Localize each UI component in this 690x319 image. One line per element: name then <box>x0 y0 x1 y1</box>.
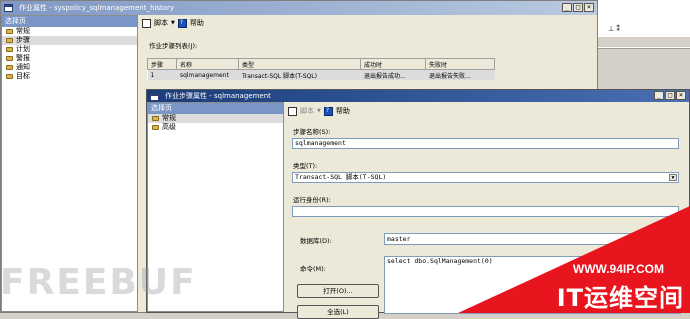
column-header[interactable]: 名称 <box>176 58 239 70</box>
step-toolbar: 脚本 ▼ 帮助 <box>285 103 688 119</box>
freebuf-watermark: FREEBUF <box>0 262 197 303</box>
nav-item-schedules[interactable]: 计划 <box>2 45 137 54</box>
chevron-down-icon[interactable]: ▼ <box>669 174 677 181</box>
maximize-button[interactable]: □ <box>665 91 675 100</box>
page-icon <box>6 38 13 43</box>
step-name-field[interactable]: sqlmanagement <box>292 138 679 149</box>
background-app-strip: ⊥ ⁑ <box>598 0 690 49</box>
script-button[interactable]: 脚本 <box>300 106 314 116</box>
script-icon <box>288 106 297 116</box>
job-toolbar: 脚本 ▼ 帮助 <box>139 15 600 31</box>
column-header[interactable]: 成功时 <box>360 58 426 70</box>
step-window-title: 作业步骤属性 - sqlmanagement <box>165 92 271 100</box>
table-cell: 1 <box>147 69 177 80</box>
banner-brand: IT运维空间 <box>556 284 684 312</box>
job-window-titlebar: 作业属性 - syspolicy_sqlmanagement_history _… <box>1 1 597 15</box>
nav-item-general[interactable]: 常规 <box>148 114 283 123</box>
page-icon <box>6 47 13 52</box>
page-icon <box>6 56 13 61</box>
nav-item-notifications[interactable]: 通知 <box>2 63 137 72</box>
close-button[interactable]: × <box>584 3 594 12</box>
column-header[interactable]: 步骤 <box>147 58 177 70</box>
tab-strip-glyph: ⊥ ⁑ <box>608 25 620 33</box>
job-steps-table: 步骤 名称 类型 成功时 失败时 1 sqlmanagement Transac… <box>147 58 495 80</box>
window-icon <box>4 4 13 12</box>
select-all-button[interactable]: 全选(L) <box>297 305 379 319</box>
page-icon <box>6 65 13 70</box>
minimize-button[interactable]: _ <box>562 3 572 12</box>
table-header-row: 步骤 名称 类型 成功时 失败时 <box>147 58 495 70</box>
table-row[interactable]: 1 sqlmanagement Transact-SQL 脚本(T-SQL) 退… <box>147 69 495 80</box>
type-label: 类型(T): <box>293 162 318 170</box>
site-banner: WWW.94IP.COM IT运维空间 <box>458 206 690 313</box>
page-selector-header: 选择页 <box>2 16 137 27</box>
table-cell: 退出报告成功... <box>360 69 426 80</box>
nav-item-alerts[interactable]: 警报 <box>2 54 137 63</box>
nav-item-steps[interactable]: 步骤 <box>2 36 137 45</box>
table-cell: sqlmanagement <box>176 69 239 80</box>
banner-url: WWW.94IP.COM <box>572 262 664 276</box>
script-icon <box>142 18 151 28</box>
table-cell: Transact-SQL 脚本(T-SQL) <box>238 69 361 80</box>
chevron-down-icon[interactable]: ▼ <box>317 108 321 114</box>
help-button[interactable]: 帮助 <box>336 106 350 116</box>
maximize-button[interactable]: □ <box>573 3 583 12</box>
script-button[interactable]: 脚本 <box>154 18 168 28</box>
step-name-label: 步骤名称(S): <box>293 128 331 136</box>
help-icon <box>177 18 187 28</box>
nav-item-advanced[interactable]: 高级 <box>148 123 283 132</box>
close-button[interactable]: × <box>676 91 686 100</box>
nav-item-general[interactable]: 常规 <box>2 27 137 36</box>
column-header[interactable]: 类型 <box>238 58 361 70</box>
open-button[interactable]: 打开(O)... <box>297 284 379 298</box>
step-window-titlebar: 作业步骤属性 - sqlmanagement _ □ × <box>147 90 689 102</box>
page-icon <box>6 74 13 79</box>
column-header[interactable]: 失败时 <box>425 58 495 70</box>
minimize-button[interactable]: _ <box>654 91 664 100</box>
window-icon <box>150 93 159 101</box>
table-cell: 退出报告失败... <box>425 69 495 80</box>
page-selector-header: 选择页 <box>148 103 283 114</box>
type-select[interactable]: Transact-SQL 脚本(T-SQL) ▼ <box>292 172 679 183</box>
database-label: 数据库(D): <box>300 237 332 245</box>
help-button[interactable]: 帮助 <box>190 18 204 28</box>
page-icon <box>152 125 159 130</box>
run-as-label: 运行身份(R): <box>293 196 331 204</box>
page-icon <box>152 116 159 121</box>
type-select-value: Transact-SQL 脚本(T-SQL) <box>295 173 387 181</box>
nav-item-targets[interactable]: 目标 <box>2 72 137 81</box>
job-window-title: 作业属性 - syspolicy_sqlmanagement_history <box>19 4 175 12</box>
step-list-label: 作业步骤列表(J): <box>149 42 198 50</box>
help-icon <box>323 106 333 116</box>
page-icon <box>6 29 13 34</box>
command-label: 命令(M): <box>300 265 326 273</box>
chevron-down-icon[interactable]: ▼ <box>171 20 175 26</box>
